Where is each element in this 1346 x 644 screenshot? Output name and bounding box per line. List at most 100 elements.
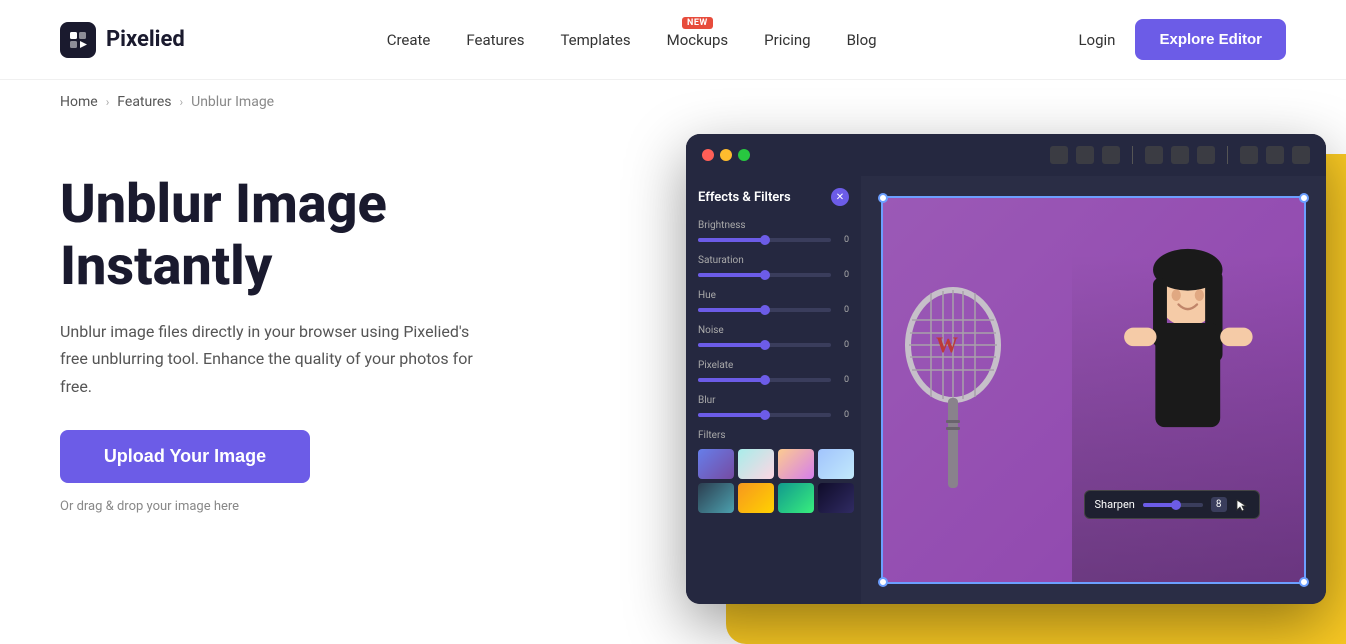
saturation-track[interactable] [698,273,831,277]
logo-icon [60,22,96,58]
brightness-slider-group: Brightness 0 [698,220,849,245]
window-titlebar [686,134,1326,176]
filter-8[interactable] [818,483,854,513]
toolbar-icon-7 [1240,146,1258,164]
filter-2[interactable] [738,449,774,479]
brand-name: Pixelied [106,27,185,52]
filter-4[interactable] [818,449,854,479]
cursor-icon [1235,498,1249,512]
effects-title: Effects & Filters [698,190,791,205]
brightness-value: 0 [837,235,849,245]
upload-image-button[interactable]: Upload Your Image [60,430,310,483]
dot-yellow [720,149,732,161]
toolbar-icon-5 [1171,146,1189,164]
toolbar-divider [1132,146,1133,164]
hue-track[interactable] [698,308,831,312]
brightness-label: Brightness [698,220,849,231]
hue-label: Hue [698,290,849,301]
handle-top-left[interactable] [878,193,888,203]
noise-label: Noise [698,325,849,336]
toolbar-icon-3 [1102,146,1120,164]
hero-description: Unblur image files directly in your brow… [60,318,490,400]
breadcrumb-home[interactable]: Home [60,94,98,110]
noise-slider-group: Noise 0 [698,325,849,350]
pixelate-value: 0 [837,375,849,385]
window-body: Effects & Filters ✕ Brightness 0 [686,176,1326,604]
right-panel: Effects & Filters ✕ Brightness 0 [600,114,1286,604]
handle-bottom-left[interactable] [878,577,888,587]
nav-create[interactable]: Create [387,31,431,49]
toolbar-icon-6 [1197,146,1215,164]
nav: Create Features Templates NEW Mockups Pr… [387,31,877,49]
noise-track[interactable] [698,343,831,347]
noise-row: 0 [698,340,849,350]
login-button[interactable]: Login [1078,31,1115,49]
brightness-row: 0 [698,235,849,245]
filter-1[interactable] [698,449,734,479]
saturation-row: 0 [698,270,849,280]
blur-slider-group: Blur 0 [698,395,849,420]
pixelate-track[interactable] [698,378,831,382]
hue-fill [698,308,765,312]
noise-fill [698,343,765,347]
filter-7[interactable] [778,483,814,513]
filter-3[interactable] [778,449,814,479]
filter-6[interactable] [738,483,774,513]
toolbar-icon-4 [1145,146,1163,164]
dot-green [738,149,750,161]
blur-label: Blur [698,395,849,406]
hue-slider-group: Hue 0 [698,290,849,315]
effects-close-button[interactable]: ✕ [831,188,849,206]
nav-pricing[interactable]: Pricing [764,31,810,49]
saturation-fill [698,273,765,277]
new-badge: NEW [682,17,713,29]
handle-bottom-right[interactable] [1299,577,1309,587]
hero-title-line1: Unblur Image [60,173,387,236]
saturation-thumb [760,270,770,280]
toolbar-divider-2 [1227,146,1228,164]
drag-drop-hint: Or drag & drop your image here [60,499,239,514]
sharpen-slider[interactable] [1143,503,1203,507]
blur-row: 0 [698,410,849,420]
brightness-track[interactable] [698,238,831,242]
nav-features[interactable]: Features [466,31,524,49]
logo-area[interactable]: Pixelied [60,22,185,58]
brightness-thumb [760,235,770,245]
blur-value: 0 [837,410,849,420]
window-toolbar [1050,146,1310,164]
hero-title: Unblur Image Instantly [60,174,600,298]
toolbar-icon-2 [1076,146,1094,164]
explore-editor-button[interactable]: Explore Editor [1135,19,1286,60]
nav-templates[interactable]: Templates [560,31,630,49]
pixelate-slider-group: Pixelate 0 [698,360,849,385]
handle-top-right[interactable] [1299,193,1309,203]
filters-label: Filters [698,430,849,441]
header-right: Login Explore Editor [1078,19,1286,60]
breadcrumb-current: Unblur Image [191,94,274,110]
nav-blog[interactable]: Blog [847,31,877,49]
canvas-area[interactable]: W [861,176,1326,604]
blur-thumb [760,410,770,420]
hue-value: 0 [837,305,849,315]
saturation-label: Saturation [698,255,849,266]
nav-mockups[interactable]: NEW Mockups [667,31,729,49]
sharpen-thumb [1171,500,1181,510]
breadcrumb-sep-1: › [106,95,110,109]
window-dots [702,149,750,161]
sharpen-label: Sharpen [1095,498,1135,511]
hue-thumb [760,305,770,315]
left-panel: Unblur Image Instantly Unblur image file… [60,144,600,514]
noise-value: 0 [837,340,849,350]
toolbar-icon-8 [1266,146,1284,164]
brightness-fill [698,238,765,242]
hue-row: 0 [698,305,849,315]
selection-box [881,196,1306,584]
filter-grid [698,449,849,513]
breadcrumb-features[interactable]: Features [117,94,171,110]
effects-header: Effects & Filters ✕ [698,188,849,206]
blur-track[interactable] [698,413,831,417]
toolbar-icon-1 [1050,146,1068,164]
filter-5[interactable] [698,483,734,513]
pixelate-label: Pixelate [698,360,849,371]
pixelate-fill [698,378,765,382]
